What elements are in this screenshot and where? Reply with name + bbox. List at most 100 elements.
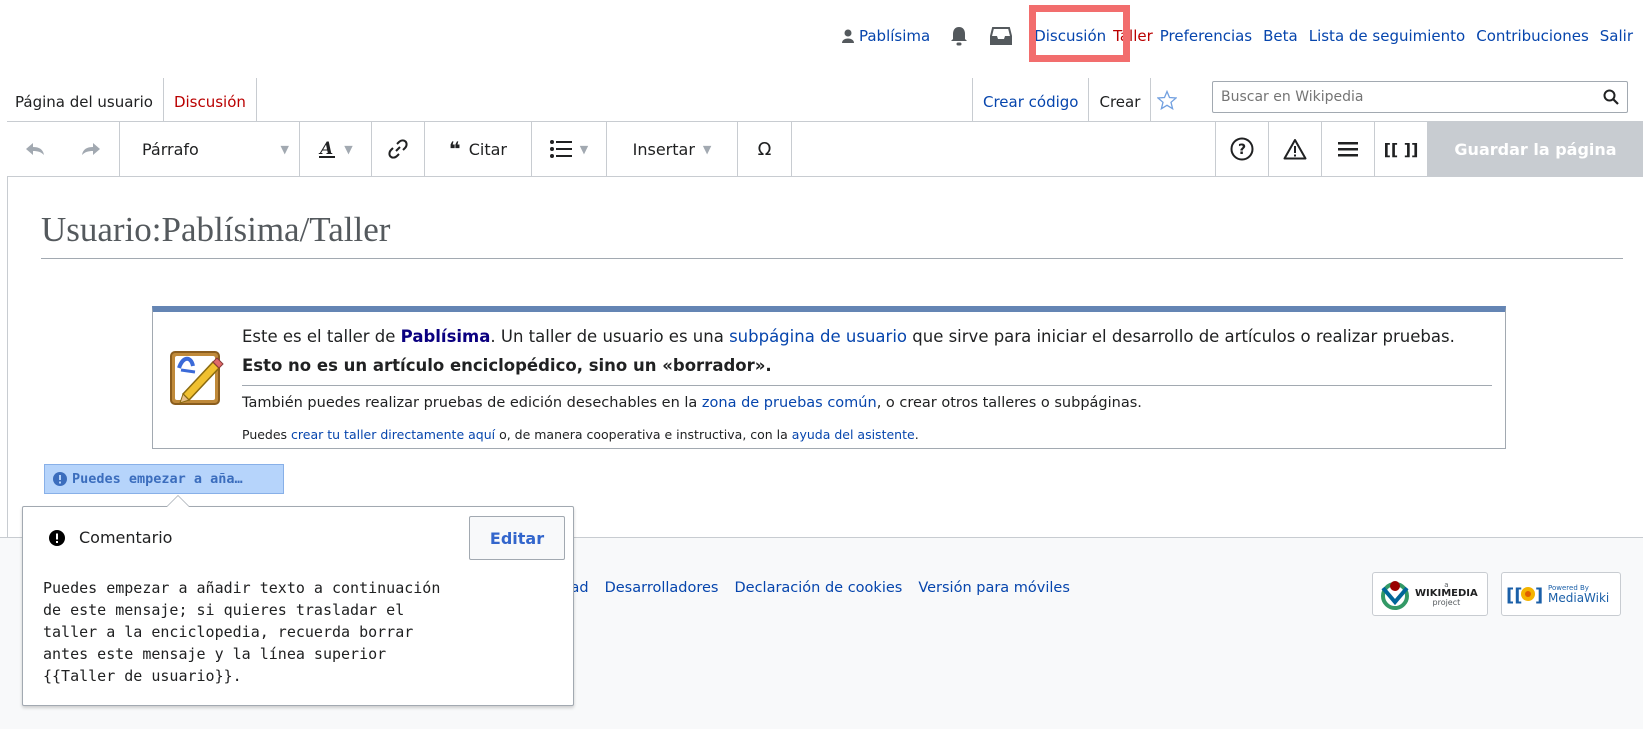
footer-link-cookies[interactable]: Declaración de cookies (734, 580, 902, 596)
cite-button[interactable]: ❝ Citar (425, 122, 532, 176)
special-character-button[interactable]: Ω (738, 122, 792, 176)
personal-toolbar: Pablísima Discusión Taller Preferencias … (826, 22, 1633, 50)
notice-secondary-text: También puedes realizar pruebas de edici… (242, 395, 1142, 411)
preferences-link[interactable]: Preferencias (1160, 27, 1252, 45)
toolbar-spacer (792, 122, 1216, 176)
svg-text:]: ] (1535, 585, 1543, 606)
insert-dropdown[interactable]: Insertar ▼ (607, 122, 738, 176)
undo-button[interactable] (7, 122, 63, 176)
mediawiki-label: MediaWiki (1548, 590, 1610, 605)
view-tabs: Crear código Crear (972, 78, 1183, 121)
help-icon: ? (1230, 137, 1254, 161)
comment-popup: Comentario Editar Puedes empezar a añadi… (22, 495, 574, 706)
save-page-label: Guardar la página (1454, 139, 1617, 159)
edit-comment-button[interactable]: Editar (469, 516, 565, 560)
tab-create-label: Crear (1099, 93, 1141, 111)
user-subpage-link[interactable]: subpágina de usuario (729, 327, 907, 346)
text-style-dropdown[interactable]: A ▼ (300, 122, 372, 176)
alert-icon (49, 529, 65, 546)
notice-user-link[interactable]: Pablísima (401, 327, 491, 346)
tab-user-page-label: Página del usuario (15, 93, 153, 111)
tab-create-source-label: Crear código (983, 93, 1079, 111)
notice-text: , o crear otros talleres o subpáginas. (876, 395, 1142, 411)
footer-links: bilidad Desarrolladores Declaración de c… (540, 580, 1086, 596)
search-icon[interactable] (1603, 89, 1619, 105)
popup-arrow-inner (167, 496, 189, 507)
pencil-document-icon (169, 348, 225, 412)
redo-button[interactable] (63, 122, 119, 176)
chevron-down-icon: ▼ (702, 142, 712, 156)
notice-main-text: Este es el taller de Pablísima. Un talle… (242, 322, 1492, 380)
link-icon (388, 139, 408, 159)
notice-text: Este es el taller de (242, 327, 401, 346)
sandbox-notice: Este es el taller de Pablísima. Un talle… (152, 306, 1506, 449)
notice-divider (242, 385, 1492, 386)
notice-text: Puedes (242, 427, 292, 442)
popup-title-label: Comentario (79, 528, 173, 547)
contributions-link[interactable]: Contribuciones (1476, 27, 1589, 45)
warning-icon (1283, 139, 1307, 160)
tab-create-source[interactable]: Crear código (972, 78, 1088, 121)
list-dropdown[interactable]: ▼ (532, 122, 607, 176)
tab-discussion[interactable]: Discusión (162, 78, 257, 121)
comment-body: Puedes empezar a añadir texto a continua… (43, 579, 441, 685)
tab-create[interactable]: Crear (1088, 78, 1150, 121)
notices-tray-icon[interactable] (990, 27, 1013, 45)
help-button[interactable]: ? (1216, 122, 1269, 176)
editor-toolbar: Párrafo ▼ A ▼ ❝ Citar ▼ Insertar ▼ Ω ? [… (7, 121, 1643, 177)
tab-user-page[interactable]: Página del usuario (7, 78, 163, 121)
undo-icon (26, 143, 44, 155)
notifications-bell-icon[interactable] (950, 26, 968, 46)
popup-title: Comentario (49, 528, 172, 547)
namespace-tabs: Página del usuario Discusión (7, 78, 257, 121)
notice-text: . (914, 427, 919, 442)
watchlist-link[interactable]: Lista de seguimiento (1309, 27, 1466, 45)
user-icon (841, 29, 854, 43)
quote-icon: ❝ (448, 137, 461, 161)
wikimedia-label: WIKIMEDIA (1415, 587, 1478, 599)
cite-label: Citar (468, 139, 508, 159)
username: Pablísima (858, 27, 931, 45)
tab-discussion-label: Discusión (173, 93, 246, 111)
user-link[interactable]: Pablísima (841, 27, 931, 45)
search-box[interactable] (1212, 81, 1628, 113)
paragraph-format-dropdown[interactable]: Párrafo ▼ (120, 122, 300, 176)
sandbox-link[interactable]: Taller (1113, 27, 1153, 45)
common-sandbox-link[interactable]: zona de pruebas común (702, 395, 877, 411)
edit-comment-label: Editar (489, 528, 545, 548)
history-group (7, 122, 120, 176)
svg-text:[[: [[ (1506, 585, 1522, 606)
footer-link-mobile[interactable]: Versión para móviles (918, 580, 1070, 596)
wikimedia-project: project (1432, 597, 1461, 607)
switch-to-source-button[interactable]: [[ ]] (1375, 122, 1428, 176)
chevron-down-icon: ▼ (579, 142, 589, 156)
notice-text: o, de manera cooperativa e instructiva, … (495, 427, 792, 442)
text-style-icon: A (318, 139, 336, 159)
watch-star-icon[interactable] (1150, 78, 1183, 121)
wikimedia-badge[interactable]: a WIKIMEDIA project (1372, 572, 1488, 616)
save-page-button[interactable]: Guardar la página (1428, 122, 1643, 176)
insert-label: Insertar (632, 139, 695, 159)
wikitext-icon: [[ ]] (1383, 139, 1419, 159)
link-button[interactable] (372, 122, 425, 176)
page-title: Usuario:Pablísima/Taller (41, 210, 1623, 259)
notices-button[interactable] (1269, 122, 1322, 176)
chevron-down-icon: ▼ (280, 142, 289, 156)
create-sandbox-link[interactable]: crear tu taller directamente aquí (291, 427, 495, 442)
svg-text:?: ? (1238, 142, 1246, 158)
talk-link[interactable]: Discusión (1034, 27, 1106, 45)
logout-link[interactable]: Salir (1600, 27, 1633, 45)
draft-warning: Esto no es un artículo enciclopédico, si… (242, 356, 772, 375)
redo-icon (82, 143, 100, 155)
alert-icon (53, 472, 67, 486)
mediawiki-badge[interactable]: [[ ] Powered By MediaWiki (1501, 572, 1621, 616)
wizard-help-link[interactable]: ayuda del asistente (792, 427, 915, 442)
hidden-comment-chip[interactable]: Puedes empezar a aña… (44, 464, 284, 494)
chevron-down-icon: ▼ (344, 142, 353, 156)
mediawiki-logo-icon: [[ ] (1506, 585, 1543, 606)
page-options-button[interactable] (1322, 122, 1375, 176)
search-input[interactable] (1221, 89, 1603, 105)
footer-link-developers[interactable]: Desarrolladores (605, 580, 719, 596)
notice-text: que sirve para iniciar el desarrollo de … (907, 327, 1455, 346)
beta-link[interactable]: Beta (1263, 27, 1298, 45)
